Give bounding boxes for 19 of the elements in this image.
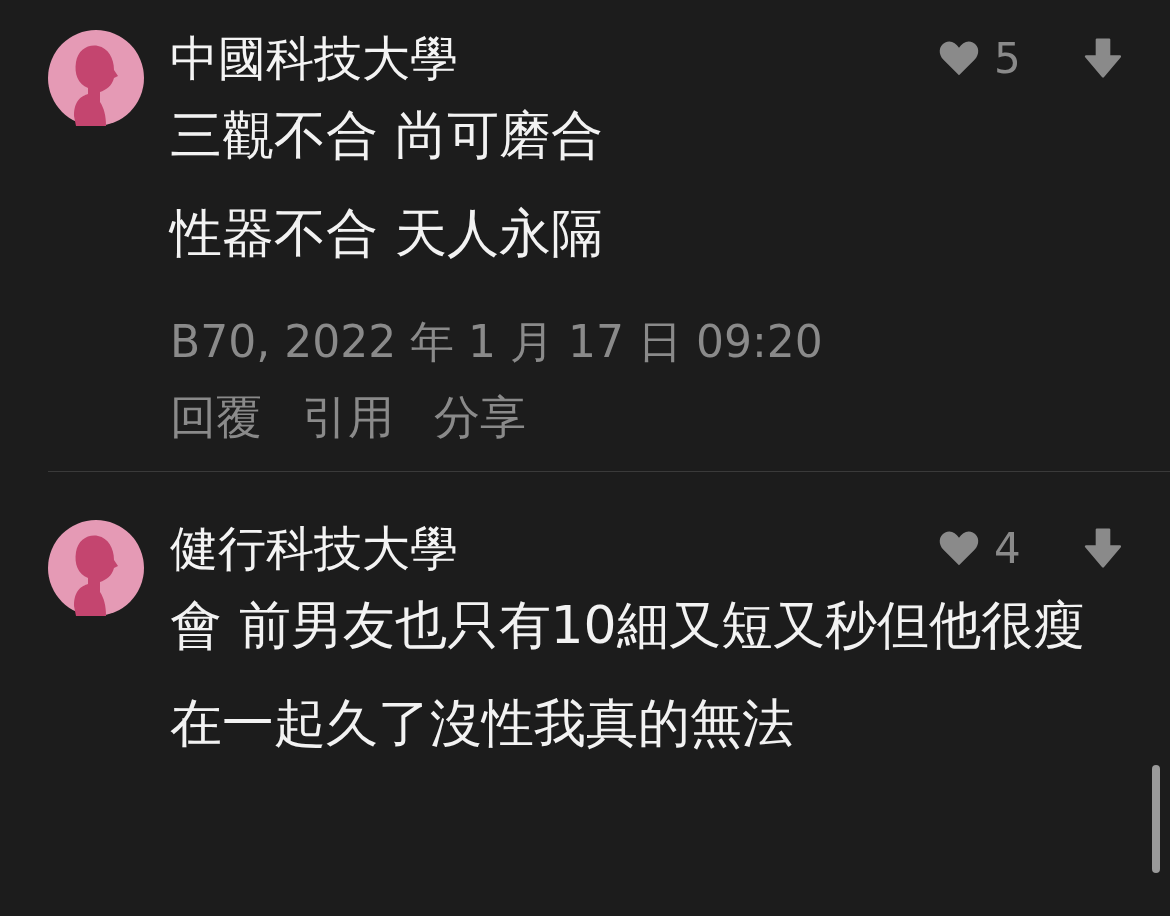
download-arrow-icon[interactable] bbox=[1084, 528, 1122, 568]
author-name[interactable]: 健行科技大學 bbox=[170, 520, 458, 576]
comment-text: 會 前男友也只有10細又短又秒但他很瘦 bbox=[170, 594, 1086, 657]
heart-icon[interactable] bbox=[938, 529, 980, 567]
action-link[interactable]: 回覆 bbox=[170, 382, 262, 452]
avatar-icon bbox=[48, 520, 144, 616]
post-meta: B70, 2022 年 1 月 17 日 09:20 bbox=[170, 315, 824, 369]
download-arrow-icon[interactable] bbox=[1084, 38, 1122, 78]
comment-text: 三觀不合 尚可磨合 bbox=[170, 104, 604, 167]
like-count: 4 bbox=[994, 523, 1022, 573]
avatar-icon bbox=[48, 30, 144, 126]
comment-text: 在一起久了沒性我真的無法 bbox=[170, 692, 795, 755]
comment-text: 性器不合 天人永隔 bbox=[170, 202, 604, 265]
action-link[interactable]: 引用 bbox=[302, 382, 394, 452]
like-count: 5 bbox=[994, 33, 1022, 83]
heart-icon[interactable] bbox=[938, 39, 980, 77]
scrollbar-thumb[interactable] bbox=[1152, 765, 1160, 873]
author-name[interactable]: 中國科技大學 bbox=[170, 30, 458, 86]
action-link[interactable]: 分享 bbox=[434, 382, 526, 452]
